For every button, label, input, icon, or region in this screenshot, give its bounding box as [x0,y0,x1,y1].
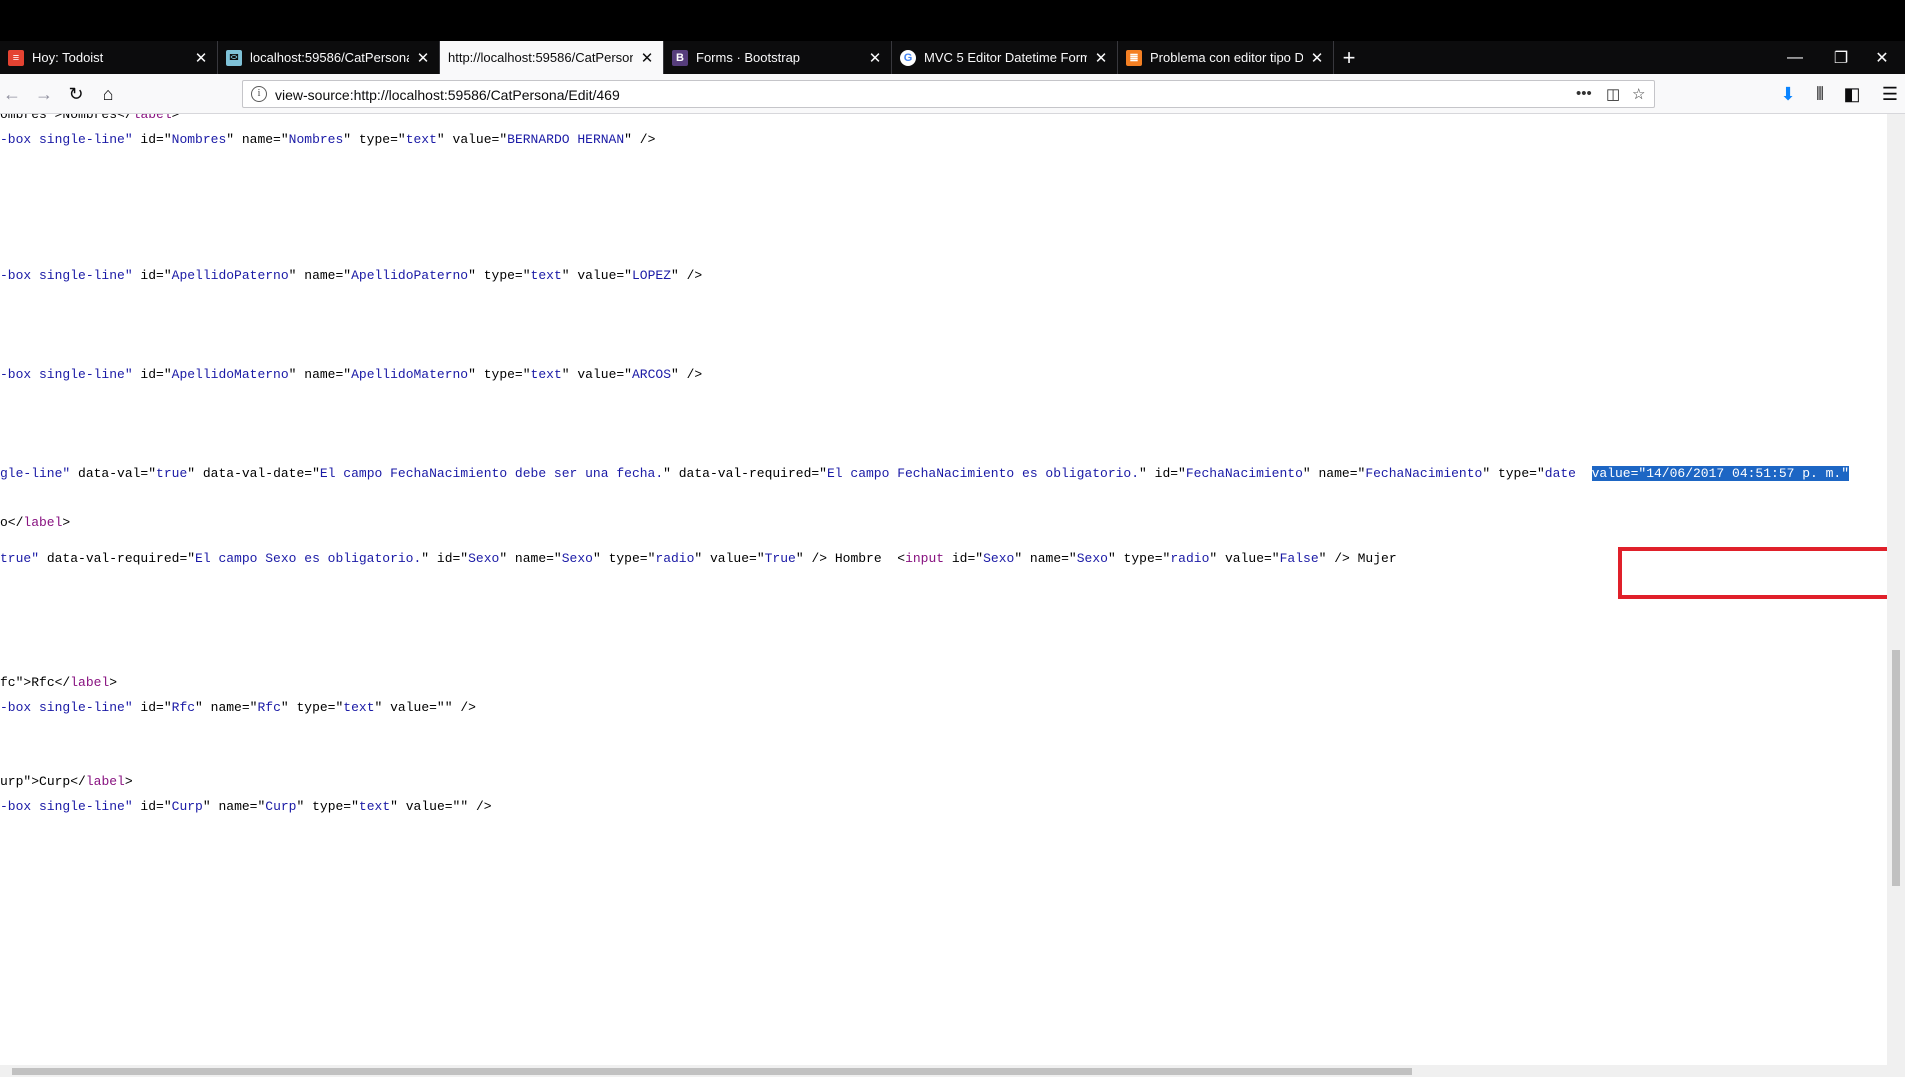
forward-button[interactable]: → [32,82,56,106]
source-line-input-sexo: true" data-val-required="El campo Sexo e… [0,551,1397,566]
reload-button[interactable]: ↻ [64,82,88,106]
download-icon: ⬇ [1780,83,1796,104]
annotation-highlight-box [1618,547,1887,599]
vertical-scrollbar[interactable] [1887,114,1905,1065]
navigation-toolbar: ← → ↻ ⌂ i view-source:http://localhost:5… [0,74,1905,114]
stackoverflow-icon: ≣ [1126,49,1142,66]
source-line-input-fechanacimiento: gle-line" data-val="true" data-val-date=… [0,466,1850,481]
tab-title: Hoy: Todoist [32,50,104,65]
title-bar [0,0,1905,41]
back-arrow-icon: ← [3,83,21,104]
new-tab-button[interactable]: + [1334,41,1364,74]
forward-arrow-icon: → [35,83,53,104]
close-icon[interactable]: ✕ [639,49,655,67]
tab-title: localhost:59586/CatPersona/Edi [250,50,409,65]
tab-todoist[interactable]: ≡ Hoy: Todoist ✕ [0,41,218,74]
home-icon: ⌂ [102,83,114,104]
close-icon: ✕ [1875,49,1889,67]
tab-title: MVC 5 Editor Datetime Format [924,50,1087,65]
home-button[interactable]: ⌂ [96,82,120,106]
library-button[interactable]: ⫴ [1808,82,1832,106]
address-bar[interactable]: i view-source:http://localhost:59586/Cat… [242,80,1655,108]
page-actions-icon[interactable]: ••• [1576,85,1592,102]
minimize-button[interactable]: — [1772,41,1818,74]
plus-icon: + [1342,44,1356,70]
close-window-button[interactable]: ✕ [1859,41,1905,74]
vertical-scroll-thumb[interactable] [1892,650,1900,886]
mail-icon: ✉ [226,49,242,66]
todoist-icon: ≡ [8,49,24,66]
tab-mvc-datetime[interactable]: G MVC 5 Editor Datetime Format ✕ [892,41,1118,74]
tab-view-source[interactable]: http://localhost:59586/CatPersona/ ✕ [440,41,664,74]
bookmark-star-icon[interactable]: ☆ [1632,85,1645,103]
source-line-label-close: o</label> [0,515,71,530]
close-icon[interactable]: ✕ [415,49,431,67]
url-text[interactable]: view-source:http://localhost:59586/CatPe… [275,87,620,103]
tab-bootstrap-forms[interactable]: B Forms · Bootstrap ✕ [664,41,892,74]
google-icon: G [900,49,916,66]
tab-title: Forms · Bootstrap [696,50,801,65]
sidebar-button[interactable]: ◧ [1840,82,1864,106]
info-icon[interactable]: i [251,86,267,102]
tab-title: http://localhost:59586/CatPersona/ [448,50,633,65]
hamburger-menu-icon: ☰ [1881,83,1899,104]
source-line-label-curp: urp">Curp</label> [0,774,133,789]
restore-button[interactable]: ❐ [1818,41,1864,74]
bootstrap-icon: B [672,49,688,66]
source-line-label-nombres: ombres">Nombres</label> [0,114,180,122]
close-icon[interactable]: ✕ [1309,49,1325,67]
tab-localhost-edit[interactable]: ✉ localhost:59586/CatPersona/Edi ✕ [218,41,440,74]
source-line-input-nombres: -box single-line" id="Nombres" name="Nom… [0,132,656,147]
back-button[interactable]: ← [0,82,24,106]
minimize-icon: — [1787,48,1803,66]
sidebar-icon: ◧ [1843,83,1861,104]
reload-icon: ↻ [68,83,84,104]
menu-button[interactable]: ☰ [1878,82,1902,106]
downloads-button[interactable]: ⬇ [1776,82,1800,106]
tab-stackoverflow[interactable]: ≣ Problema con editor tipo Date ✕ [1118,41,1334,74]
source-line-input-apellidomaterno: -box single-line" id="ApellidoMaterno" n… [0,367,703,382]
tab-title: Problema con editor tipo Date [1150,50,1303,65]
selected-value-text[interactable]: value="14/06/2017 04:51:57 p. m." [1591,466,1850,481]
close-icon[interactable]: ✕ [1093,49,1109,67]
library-icon: ⫴ [1816,83,1824,104]
source-line-input-curp: -box single-line" id="Curp" name="Curp" … [0,799,492,814]
horizontal-scrollbar[interactable] [0,1065,1905,1077]
source-line-input-apellidopaterno: -box single-line" id="ApellidoPaterno" n… [0,268,703,283]
horizontal-scroll-thumb[interactable] [12,1068,1412,1075]
source-line-label-rfc: fc">Rfc</label> [0,675,118,690]
close-icon[interactable]: ✕ [193,49,209,67]
view-source-content[interactable]: ombres">Nombres</label> -box single-line… [0,114,1887,1065]
restore-icon: ❐ [1833,49,1849,67]
close-icon[interactable]: ✕ [867,49,883,67]
source-line-input-rfc: -box single-line" id="Rfc" name="Rfc" ty… [0,700,476,715]
pocket-icon[interactable]: ◫ [1606,85,1620,103]
tab-strip: ≡ Hoy: Todoist ✕ ✉ localhost:59586/CatPe… [0,41,1905,74]
